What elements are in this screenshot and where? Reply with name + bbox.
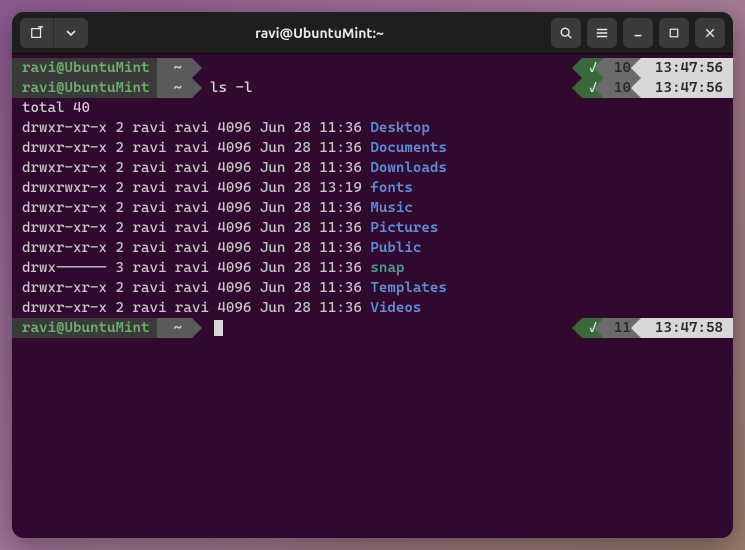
listing-row: drwxr-xr-x 2 ravi ravi 4096 Jun 28 11:36…	[12, 198, 733, 218]
listing-row: drwxr-xr-x 2 ravi ravi 4096 Jun 28 11:36…	[12, 118, 733, 138]
listing: drwxr-xr-x 2 ravi ravi 4096 Jun 28 11:36…	[12, 118, 733, 318]
search-button[interactable]	[551, 18, 581, 48]
window-title: ravi@UbuntuMint:~	[94, 25, 545, 41]
prompt-path: ~	[157, 58, 192, 78]
listing-row: drwxrwxr-x 2 ravi ravi 4096 Jun 28 13:19…	[12, 178, 733, 198]
prompt-user: ravi@UbuntuMint	[12, 78, 157, 98]
prompt-user: ravi@UbuntuMint	[12, 318, 157, 338]
listing-row: drwxr-xr-x 2 ravi ravi 4096 Jun 28 11:36…	[12, 298, 733, 318]
menu-button[interactable]	[587, 18, 617, 48]
timestamp: 13:47:58	[641, 318, 733, 338]
new-tab-split[interactable]	[20, 18, 88, 48]
timestamp: 13:47:56	[641, 78, 733, 98]
new-tab-dropdown[interactable]	[54, 18, 88, 48]
output-total: total 40	[12, 98, 733, 118]
new-tab-button[interactable]	[20, 18, 54, 48]
prompt-line-current: ravi@UbuntuMint ~ ✓ 11 13:47:58	[12, 318, 733, 338]
prompt-line: ravi@UbuntuMint ~ ls -l ✓ 10 13:47:56	[12, 78, 733, 98]
listing-row: drwxr-xr-x 2 ravi ravi 4096 Jun 28 11:36…	[12, 238, 733, 258]
terminal-body[interactable]: ravi@UbuntuMint ~ ✓ 10 13:47:56 ravi@Ubu…	[12, 54, 733, 538]
listing-row: drwx------ 3 ravi ravi 4096 Jun 28 11:36…	[12, 258, 733, 278]
listing-row: drwxr-xr-x 2 ravi ravi 4096 Jun 28 11:36…	[12, 278, 733, 298]
listing-row: drwxr-xr-x 2 ravi ravi 4096 Jun 28 11:36…	[12, 138, 733, 158]
prompt-user: ravi@UbuntuMint	[12, 58, 157, 78]
listing-row: drwxr-xr-x 2 ravi ravi 4096 Jun 28 11:36…	[12, 158, 733, 178]
terminal-window: ravi@UbuntuMint:~ ravi@UbuntuMint ~	[12, 12, 733, 538]
prompt-path: ~	[157, 318, 192, 338]
prompt-path: ~	[157, 78, 192, 98]
titlebar: ravi@UbuntuMint:~	[12, 12, 733, 54]
prompt-line: ravi@UbuntuMint ~ ✓ 10 13:47:56	[12, 58, 733, 78]
close-button[interactable]	[695, 18, 725, 48]
listing-row: drwxr-xr-x 2 ravi ravi 4096 Jun 28 11:36…	[12, 218, 733, 238]
minimize-button[interactable]	[623, 18, 653, 48]
maximize-button[interactable]	[659, 18, 689, 48]
timestamp: 13:47:56	[641, 58, 733, 78]
